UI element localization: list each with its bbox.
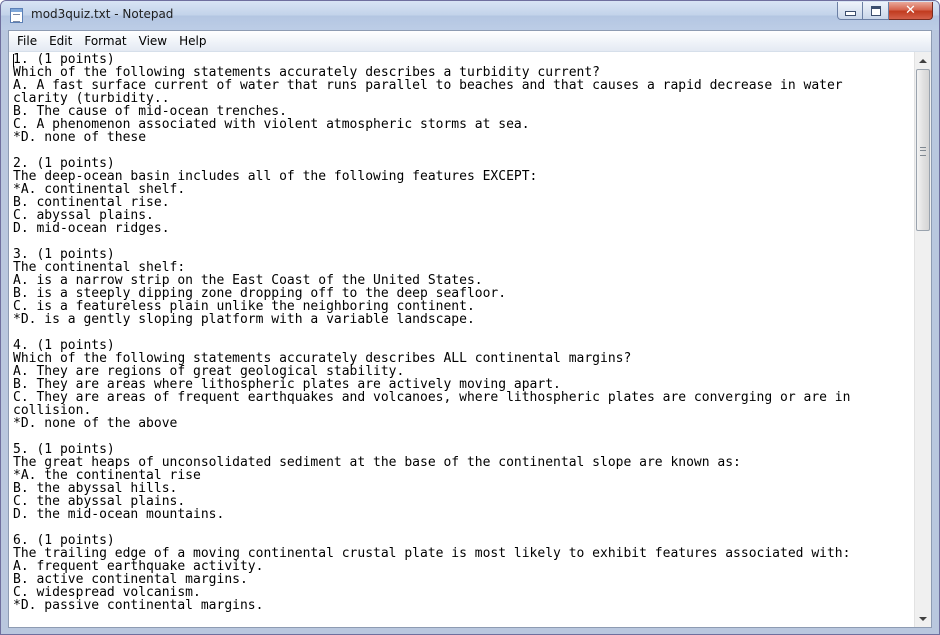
- minimize-button[interactable]: [837, 2, 863, 20]
- scroll-up-button[interactable]: [915, 52, 931, 69]
- caption-buttons: ✕: [837, 2, 933, 20]
- notepad-window: mod3quiz.txt - Notepad ✕ File Edit Forma…: [0, 0, 940, 635]
- text-line: D. the mid-ocean mountains.: [13, 507, 225, 522]
- text-line: *D. passive continental margins.: [13, 598, 264, 613]
- scroll-down-button[interactable]: [915, 610, 931, 627]
- text-line: *D. none of these: [13, 130, 147, 145]
- text-editor[interactable]: 1. (1 points) Which of the following sta…: [9, 52, 914, 627]
- menu-file[interactable]: File: [9, 31, 43, 51]
- maximize-icon: [870, 5, 881, 16]
- close-button[interactable]: ✕: [889, 2, 933, 20]
- arrow-up-icon: [919, 58, 927, 63]
- menu-bar: File Edit Format View Help: [9, 31, 931, 52]
- client-area: File Edit Format View Help 1. (1 points)…: [8, 30, 932, 628]
- text-line: *D. none of the above: [13, 416, 178, 431]
- text-caret: [13, 54, 14, 67]
- text-line: C. They are areas of frequent earthquake…: [13, 390, 851, 405]
- document-text[interactable]: 1. (1 points) Which of the following sta…: [9, 52, 914, 612]
- menu-view[interactable]: View: [133, 31, 173, 51]
- minimize-icon: [844, 11, 856, 16]
- notepad-icon[interactable]: [10, 8, 23, 23]
- scroll-thumb[interactable]: [916, 69, 930, 231]
- window-title: mod3quiz.txt - Notepad: [31, 7, 174, 21]
- text-line: *D. is a gently sloping platform with a …: [13, 312, 475, 327]
- maximize-button[interactable]: [863, 2, 889, 20]
- grip-icon: [920, 147, 926, 156]
- close-icon: ✕: [905, 3, 916, 18]
- menu-help[interactable]: Help: [173, 31, 212, 51]
- menu-format[interactable]: Format: [78, 31, 132, 51]
- vertical-scrollbar[interactable]: [914, 52, 931, 627]
- arrow-down-icon: [919, 616, 927, 621]
- menu-edit[interactable]: Edit: [43, 31, 78, 51]
- title-bar[interactable]: mod3quiz.txt - Notepad ✕: [1, 1, 939, 30]
- text-line: D. mid-ocean ridges.: [13, 221, 170, 236]
